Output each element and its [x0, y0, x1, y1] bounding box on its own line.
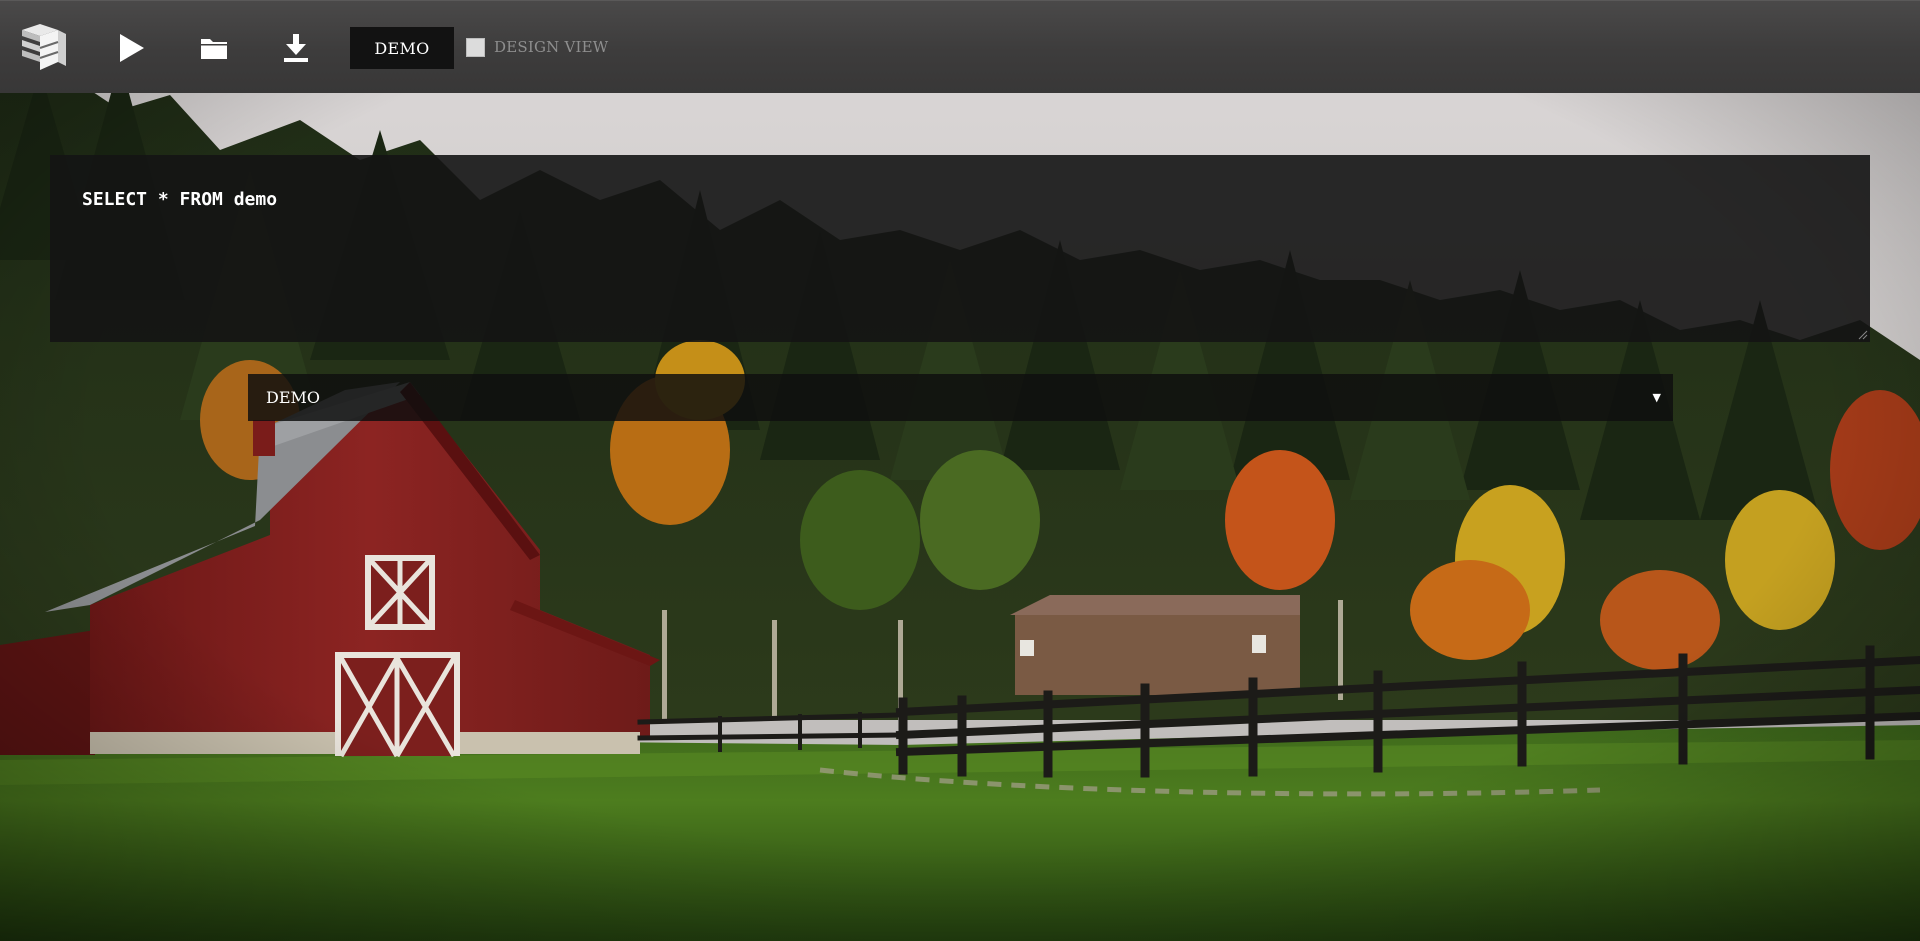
resize-grip-icon[interactable]: [1858, 330, 1868, 340]
top-toolbar: DEMO DESIGN VIEW: [0, 0, 1920, 93]
design-view-checkbox[interactable]: [466, 37, 485, 57]
tab-demo-label: DEMO: [374, 38, 430, 58]
design-view-label: DESIGN VIEW: [494, 38, 609, 56]
design-view-toggle[interactable]: DESIGN VIEW: [466, 36, 608, 58]
app-logo-icon[interactable]: [16, 21, 72, 73]
connection-select[interactable]: DEMO ▼: [248, 374, 1673, 421]
tab-demo[interactable]: DEMO: [350, 27, 454, 69]
chevron-down-icon: ▼: [1652, 391, 1661, 404]
folder-icon[interactable]: [194, 29, 234, 67]
sql-query-editor[interactable]: SELECT * FROM demo: [50, 155, 1870, 342]
background-photo: [0, 0, 1920, 941]
connection-select-value: DEMO: [266, 388, 321, 407]
play-icon[interactable]: [112, 29, 152, 67]
sql-query-text[interactable]: SELECT * FROM demo: [82, 189, 1838, 210]
download-icon[interactable]: [278, 29, 314, 67]
